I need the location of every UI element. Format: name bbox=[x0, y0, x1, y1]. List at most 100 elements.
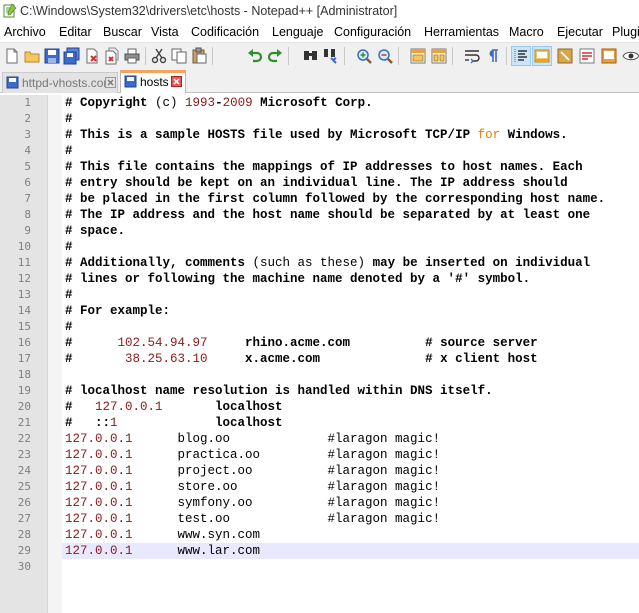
menu-buscar[interactable]: Buscar bbox=[103, 25, 142, 39]
close-tab-icon[interactable] bbox=[105, 77, 116, 88]
doc-map-icon[interactable] bbox=[532, 46, 552, 66]
code-line: 127.0.0.1 practica.oo #laragon magic! bbox=[65, 448, 441, 462]
line-number: 8 bbox=[24, 208, 31, 221]
menu-plugins[interactable]: Plugi bbox=[612, 25, 639, 39]
code-line: 127.0.0.1 store.oo #laragon magic! bbox=[65, 480, 441, 494]
menu-lenguaje[interactable]: Lenguaje bbox=[272, 25, 323, 39]
menu-archivo[interactable]: Archivo bbox=[4, 25, 46, 39]
code-line: # For example: bbox=[65, 304, 171, 318]
eye-icon[interactable] bbox=[622, 47, 639, 65]
line-number: 14 bbox=[17, 304, 31, 317]
line-number: 4 bbox=[24, 144, 31, 157]
tab-label: httpd-vhosts.conf bbox=[22, 76, 114, 90]
line-number: 28 bbox=[17, 528, 31, 541]
toolbar-separator bbox=[212, 47, 213, 65]
line-number: 30 bbox=[17, 560, 31, 573]
window-title: C:\Windows\System32\drivers\etc\hosts - … bbox=[20, 4, 398, 18]
word-wrap-icon[interactable] bbox=[463, 47, 481, 65]
close-tab-icon[interactable] bbox=[171, 76, 182, 87]
menu-editar[interactable]: Editar bbox=[59, 25, 92, 39]
close-icon[interactable] bbox=[83, 47, 101, 65]
save-icon[interactable] bbox=[43, 47, 61, 65]
toolbar-separator bbox=[344, 47, 345, 65]
close-all-icon[interactable] bbox=[103, 47, 121, 65]
code-line: # 38.25.63.10 x.acme.com # x client host bbox=[65, 352, 538, 366]
line-number: 27 bbox=[17, 512, 31, 525]
menu-codificacion[interactable]: Codificación bbox=[191, 25, 259, 39]
code-line: # bbox=[65, 320, 73, 334]
code-line: # bbox=[65, 112, 73, 126]
line-number: 7 bbox=[24, 192, 31, 205]
line-number: 13 bbox=[17, 288, 31, 301]
line-number: 24 bbox=[17, 464, 31, 477]
fold-margin[interactable] bbox=[48, 95, 62, 613]
line-number: 5 bbox=[24, 160, 31, 173]
code-line: # space. bbox=[65, 224, 126, 238]
code-line: 127.0.0.1 www.lar.com bbox=[65, 544, 261, 558]
toolbar-separator bbox=[506, 47, 507, 65]
open-file-icon[interactable] bbox=[23, 47, 41, 65]
code-line: # 127.0.0.1 localhost bbox=[65, 400, 283, 414]
copy-icon[interactable] bbox=[170, 47, 188, 65]
notepad-plus-plus-icon bbox=[3, 3, 17, 18]
menu-vista[interactable]: Vista bbox=[151, 25, 179, 39]
line-number: 11 bbox=[17, 256, 31, 269]
saved-file-icon bbox=[124, 75, 137, 88]
line-number: 26 bbox=[17, 496, 31, 509]
indent-guide-icon[interactable] bbox=[511, 46, 531, 66]
line-number: 25 bbox=[17, 480, 31, 493]
toolbar-separator bbox=[452, 47, 453, 65]
line-number: 17 bbox=[17, 352, 31, 365]
line-number: 22 bbox=[17, 432, 31, 445]
line-number: 21 bbox=[17, 416, 31, 429]
print-icon[interactable] bbox=[123, 47, 141, 65]
show-all-chars-icon[interactable] bbox=[484, 47, 502, 65]
menu-ejecutar[interactable]: Ejecutar bbox=[557, 25, 603, 39]
line-number: 29 bbox=[17, 544, 31, 557]
zoom-in-icon[interactable] bbox=[355, 47, 373, 65]
function-list-icon[interactable] bbox=[556, 47, 574, 65]
code-line: 127.0.0.1 project.oo #laragon magic! bbox=[65, 464, 441, 478]
undo-icon[interactable] bbox=[246, 47, 264, 65]
cut-icon[interactable] bbox=[150, 47, 168, 65]
code-line: 127.0.0.1 blog.oo #laragon magic! bbox=[65, 432, 441, 446]
line-number: 15 bbox=[17, 320, 31, 333]
paste-icon[interactable] bbox=[190, 47, 208, 65]
redo-icon[interactable] bbox=[266, 47, 284, 65]
tab-hosts[interactable]: hosts bbox=[120, 70, 186, 93]
line-number: 3 bbox=[24, 128, 31, 141]
code-line: # 102.54.94.97 rhino.acme.com # source s… bbox=[65, 336, 538, 350]
menu-bar: Archivo Editar Buscar Vista Codificación… bbox=[0, 22, 639, 42]
code-line: # Additionally, comments (such as these)… bbox=[65, 256, 591, 270]
sync-vertical-icon[interactable] bbox=[409, 47, 427, 65]
saved-file-icon bbox=[6, 76, 19, 89]
zoom-out-icon[interactable] bbox=[376, 47, 394, 65]
code-line: # bbox=[65, 240, 73, 254]
tab-label: hosts bbox=[140, 75, 169, 89]
line-number: 9 bbox=[24, 224, 31, 237]
menu-herramientas[interactable]: Herramientas bbox=[424, 25, 499, 39]
folder-workspace-icon[interactable] bbox=[578, 47, 596, 65]
tab-httpd-vhosts[interactable]: httpd-vhosts.conf bbox=[2, 72, 118, 93]
tab-bar: httpd-vhosts.conf hosts bbox=[0, 69, 639, 93]
find-icon[interactable] bbox=[302, 47, 320, 65]
replace-icon[interactable] bbox=[322, 47, 340, 65]
code-line: 127.0.0.1 www.syn.com bbox=[65, 528, 261, 542]
line-number: 6 bbox=[24, 176, 31, 189]
editor-area[interactable]: 1 2 3 4 5 6 7 8 9 10 11 12 13 14 15 16 17 18 19 20 21 22 23 24 2… bbox=[0, 95, 639, 613]
monitoring-icon[interactable] bbox=[600, 47, 618, 65]
code-line: # localhost name resolution is handled w… bbox=[65, 384, 493, 398]
save-all-icon[interactable] bbox=[63, 47, 81, 65]
menu-macro[interactable]: Macro bbox=[509, 25, 544, 39]
code-line: # entry should be kept on an individual … bbox=[65, 176, 568, 190]
new-file-icon[interactable] bbox=[3, 47, 21, 65]
code-line: # This file contains the mappings of IP … bbox=[65, 160, 583, 174]
line-number: 10 bbox=[17, 240, 31, 253]
code-line: 127.0.0.1 symfony.oo #laragon magic! bbox=[65, 496, 441, 510]
sync-horizontal-icon[interactable] bbox=[430, 47, 448, 65]
line-number: 23 bbox=[17, 448, 31, 461]
line-number: 2 bbox=[24, 112, 31, 125]
code-line: # Copyright (c) 1993-2009 Microsoft Corp… bbox=[65, 96, 373, 110]
menu-configuracion[interactable]: Configuración bbox=[334, 25, 411, 39]
toolbar bbox=[0, 42, 639, 69]
